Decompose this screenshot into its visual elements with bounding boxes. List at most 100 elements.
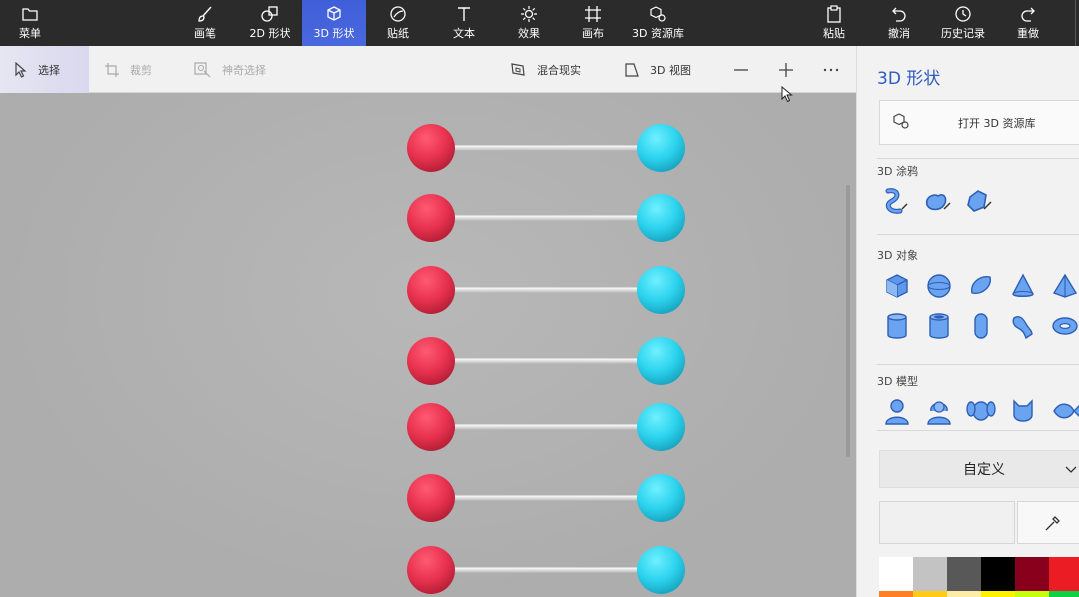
text-tab[interactable]: 文本	[442, 0, 486, 46]
shapes-3d-panel: 3D 形状 打开 3D 资源库 3D 涂鸦 3D 对象 3D 模型 自定义	[856, 46, 1079, 597]
molecule-row[interactable]	[407, 124, 685, 172]
dog-icon	[966, 401, 996, 421]
color-swatch[interactable]	[879, 557, 913, 591]
curved-cylinder-icon	[1012, 315, 1033, 340]
cyan-sphere[interactable]	[637, 474, 685, 522]
connector-rod[interactable]	[450, 215, 640, 221]
molecule-row[interactable]	[407, 194, 685, 242]
color-swatch[interactable]	[981, 591, 1015, 597]
flat-doodle-tool[interactable]	[963, 186, 995, 218]
select-button[interactable]: 选择	[0, 46, 89, 93]
soft-edge-doodle-tool[interactable]	[921, 186, 953, 218]
red-sphere[interactable]	[407, 337, 455, 385]
cyan-sphere[interactable]	[637, 546, 685, 594]
color-swatch[interactable]	[947, 557, 981, 591]
man-icon	[885, 399, 909, 425]
paste-button[interactable]: 粘贴	[812, 0, 856, 46]
more-options-button[interactable]	[823, 46, 849, 93]
color-swatch[interactable]	[879, 591, 913, 597]
cyan-sphere[interactable]	[637, 337, 685, 385]
tube-shape[interactable]	[923, 310, 955, 342]
connector-rod[interactable]	[450, 495, 640, 501]
connector-rod[interactable]	[450, 145, 640, 151]
red-sphere[interactable]	[407, 474, 455, 522]
cyan-sphere[interactable]	[637, 403, 685, 451]
magic-select-button[interactable]: 神奇选择	[194, 46, 266, 93]
zoom-out-button[interactable]	[733, 46, 759, 93]
fish-model[interactable]	[1049, 395, 1079, 427]
color-swatch[interactable]	[913, 557, 947, 591]
sphere-shape[interactable]	[923, 270, 955, 302]
open-3d-library-button[interactable]: 打开 3D 资源库	[879, 100, 1079, 145]
cube-shape[interactable]	[881, 270, 913, 302]
molecule-row[interactable]	[407, 474, 685, 522]
hemisphere-shape[interactable]	[965, 270, 997, 302]
mixed-reality-button[interactable]: 混合现实	[509, 46, 581, 93]
torus-shape[interactable]	[1049, 310, 1079, 342]
molecule-rows[interactable]	[0, 93, 856, 597]
effects-tab[interactable]: 效果	[507, 0, 551, 46]
cyan-sphere[interactable]	[637, 266, 685, 314]
eyedropper-button[interactable]	[1017, 501, 1079, 544]
tool-options-bar: 选择 裁剪 神奇选择 混合现实 3D 视图	[0, 46, 856, 93]
drawing-canvas[interactable]	[0, 93, 856, 597]
objects-section-title: 3D 对象	[877, 249, 918, 262]
cat-icon	[1013, 399, 1033, 422]
woman-icon	[927, 401, 951, 425]
woman-model[interactable]	[923, 395, 955, 427]
color-swatch[interactable]	[913, 591, 947, 597]
models-section-title: 3D 模型	[877, 375, 918, 388]
redo-button[interactable]: 重做	[1006, 0, 1050, 46]
text-icon	[455, 5, 473, 23]
sharp-edge-doodle-tool[interactable]	[879, 186, 911, 218]
undo-button[interactable]: 撤消	[877, 0, 921, 46]
pyramid-shape[interactable]	[1049, 270, 1079, 302]
history-button[interactable]: 历史记录	[937, 0, 989, 46]
color-swatch[interactable]	[1049, 557, 1079, 591]
color-swatch[interactable]	[1049, 591, 1079, 597]
red-sphere[interactable]	[407, 124, 455, 172]
connector-rod[interactable]	[450, 358, 640, 364]
shapes-2d-tab[interactable]: 2D 形状	[243, 0, 297, 46]
molecule-row[interactable]	[407, 337, 685, 385]
shapes-3d-tab[interactable]: 3D 形状	[302, 0, 366, 46]
library-3d-tab[interactable]: 3D 资源库	[628, 0, 688, 46]
connector-rod[interactable]	[450, 287, 640, 293]
dog-model[interactable]	[965, 395, 997, 427]
connector-rod[interactable]	[450, 424, 640, 430]
crop-button[interactable]: 裁剪	[104, 46, 152, 93]
view-3d-button[interactable]: 3D 视图	[624, 46, 691, 93]
fish-icon	[1053, 403, 1079, 419]
red-sphere[interactable]	[407, 266, 455, 314]
material-dropdown[interactable]: 自定义	[879, 450, 1079, 488]
capsule-shape[interactable]	[965, 310, 997, 342]
color-swatch[interactable]	[981, 557, 1015, 591]
molecule-row[interactable]	[407, 403, 685, 451]
color-swatch[interactable]	[1015, 591, 1049, 597]
man-model[interactable]	[881, 395, 913, 427]
vertical-scrollbar[interactable]	[846, 185, 850, 457]
color-swatch[interactable]	[947, 591, 981, 597]
view-3d-icon	[625, 62, 639, 77]
molecule-row[interactable]	[407, 266, 685, 314]
red-sphere[interactable]	[407, 403, 455, 451]
connector-rod[interactable]	[450, 567, 640, 573]
cursor-icon	[15, 61, 27, 78]
stickers-tab[interactable]: 贴纸	[376, 0, 420, 46]
cyan-sphere[interactable]	[637, 194, 685, 242]
red-sphere[interactable]	[407, 546, 455, 594]
canvas-tab[interactable]: 画布	[571, 0, 615, 46]
curved-cylinder-shape[interactable]	[1007, 310, 1039, 342]
brush-tab[interactable]: 画笔	[183, 0, 227, 46]
cylinder-icon	[887, 313, 907, 339]
molecule-row[interactable]	[407, 546, 685, 594]
cylinder-shape[interactable]	[881, 310, 913, 342]
crop-icon	[105, 62, 119, 77]
color-swatch[interactable]	[1015, 557, 1049, 591]
cyan-sphere[interactable]	[637, 124, 685, 172]
cat-model[interactable]	[1007, 395, 1039, 427]
mixed-reality-icon	[511, 62, 525, 76]
cone-shape[interactable]	[1007, 270, 1039, 302]
menu-button[interactable]: 菜单	[6, 0, 54, 46]
red-sphere[interactable]	[407, 194, 455, 242]
